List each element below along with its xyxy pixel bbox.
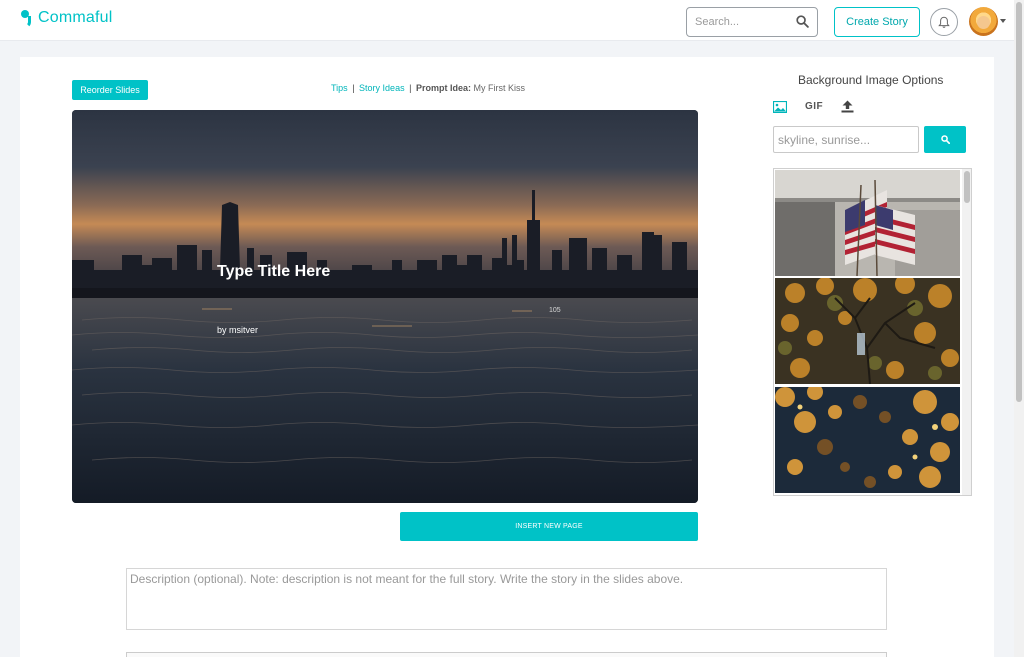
tips-bar: Tips | Story Ideas | Prompt Idea: My Fir…	[331, 83, 525, 93]
separator: |	[409, 83, 412, 93]
skyline-background-image	[72, 110, 698, 503]
slide-author: by msitver	[217, 325, 259, 335]
background-search-box	[773, 126, 919, 153]
reorder-slides-button[interactable]: Reorder Slides	[72, 80, 148, 100]
comma-logo-icon	[20, 10, 31, 28]
logo-text: Commaful	[38, 9, 113, 26]
prompt-label: Prompt Idea:	[415, 83, 471, 93]
avatar-face	[977, 16, 990, 29]
tips-link[interactable]: Tips	[331, 83, 348, 93]
create-story-button[interactable]: Create Story	[834, 7, 920, 37]
search-box	[686, 7, 818, 37]
avatar[interactable]	[969, 7, 998, 36]
chevron-down-icon[interactable]	[1000, 19, 1006, 23]
logo[interactable]: Commaful	[20, 9, 113, 28]
image-list-scrollbar-thumb[interactable]	[964, 171, 970, 203]
background-search-button[interactable]	[924, 126, 966, 153]
story-slide[interactable]: Type Title Here by msitver 105	[72, 110, 698, 503]
gif-tab[interactable]: GIF	[805, 101, 823, 112]
insert-new-page-button[interactable]: INSERT NEW PAGE	[400, 512, 698, 541]
background-type-tabs: GIF	[773, 100, 854, 113]
story-ideas-link[interactable]: Story Ideas	[359, 83, 405, 93]
character-count: 105	[549, 307, 561, 314]
separator: |	[352, 83, 355, 93]
notifications-button[interactable]	[930, 8, 958, 36]
autumn-tree-image[interactable]	[775, 278, 960, 384]
search-input[interactable]	[687, 8, 787, 36]
search-icon[interactable]	[796, 15, 809, 28]
image-icon[interactable]	[773, 100, 787, 113]
page-scrollbar[interactable]	[1014, 0, 1024, 657]
background-image-list[interactable]	[773, 168, 972, 496]
flags-image[interactable]	[775, 170, 960, 276]
search-icon	[940, 135, 950, 144]
description-field	[126, 568, 887, 630]
autumn-leaves-image[interactable]	[775, 387, 960, 493]
background-options-title: Background Image Options	[798, 73, 944, 87]
page-scrollbar-thumb[interactable]	[1016, 2, 1022, 402]
description-textarea[interactable]	[127, 569, 886, 629]
top-navbar: Commaful Create Story	[0, 0, 1014, 41]
image-list-scrollbar[interactable]	[962, 169, 971, 495]
upload-icon[interactable]	[841, 100, 854, 113]
slide-title[interactable]: Type Title Here	[217, 263, 330, 281]
next-section-strip	[126, 652, 887, 657]
prompt-value: My First Kiss	[473, 83, 525, 93]
background-search-input[interactable]	[774, 127, 918, 152]
bell-icon	[938, 16, 950, 28]
